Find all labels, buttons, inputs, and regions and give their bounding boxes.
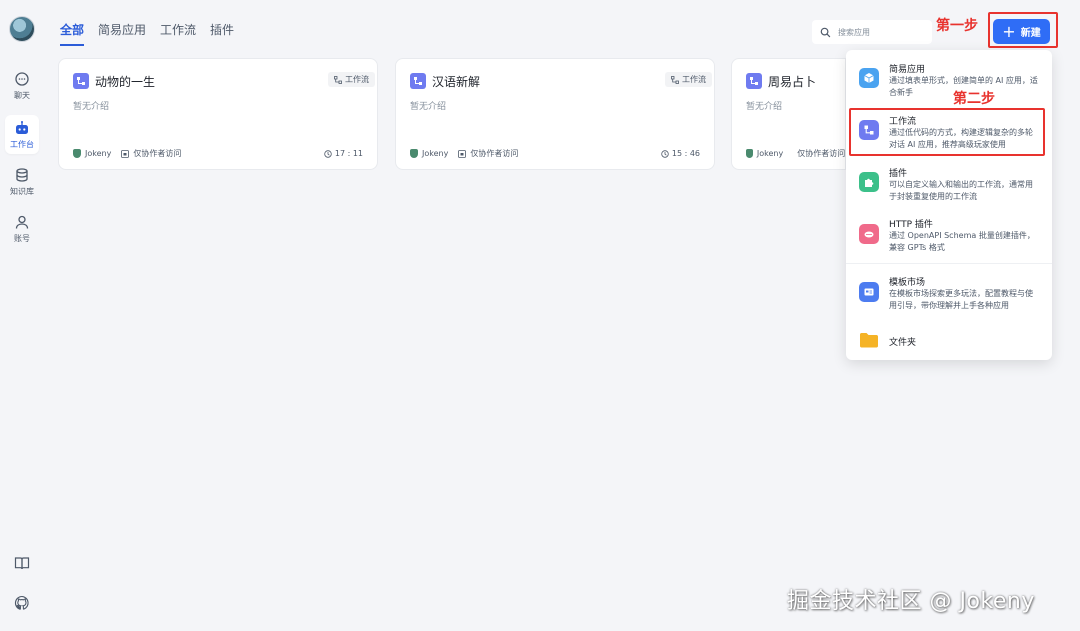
dropdown-divider (846, 263, 1052, 264)
avatar[interactable] (9, 16, 35, 42)
search-input[interactable] (838, 27, 928, 37)
cube-icon (859, 68, 879, 88)
app-card[interactable]: 周易占卜 暂无介绍 Jokeny 仅协作者访问 (731, 58, 846, 170)
card-description: 暂无介绍 (73, 102, 110, 112)
chat-icon (15, 72, 29, 86)
new-button[interactable]: + 新建 (993, 19, 1050, 44)
dropdown-item-title: HTTP 插件 (889, 220, 933, 230)
lock-icon (458, 149, 467, 158)
card-description: 暂无介绍 (746, 102, 783, 112)
card-time: 15 : 46 (661, 149, 700, 158)
database-icon (16, 168, 28, 182)
template-icon (859, 282, 879, 302)
book-icon (14, 557, 30, 570)
card-footer: Jokeny 仅协作者访问 17 : 11 (73, 148, 363, 159)
lock-icon (121, 149, 130, 158)
sidebar-item-account[interactable]: 账号 (5, 209, 39, 248)
watermark: 掘金技术社区 @ Jokeny (787, 589, 1035, 614)
card-permission: 仅协作者访问 (458, 148, 518, 159)
workflow-tag-icon (334, 75, 342, 84)
dropdown-item-http-plugin[interactable]: HTTP 插件 通过 OpenAPI Schema 批量创建插件，兼容 GPTs… (846, 216, 1052, 256)
search-icon (820, 27, 831, 37)
sidebar-item-label: 聊天 (14, 91, 30, 100)
dropdown-item-desc: 在模板市场探索更多玩法，配置教程与使用引导，带你理解并上手各种应用 (889, 289, 1033, 310)
sidebar-item-label: 知识库 (10, 187, 34, 196)
card-permission-label: 仅协作者访问 (133, 149, 182, 158)
dropdown-item-title: 模板市场 (889, 278, 926, 288)
plus-icon: + (1002, 21, 1016, 41)
dropdown-item-simple-app[interactable]: 简易应用 通过填表单形式，创建简单的 AI 应用，适合新手 (846, 60, 1052, 100)
app-type-tabs: 全部 简易应用 工作流 插件 (60, 21, 234, 46)
sidebar-item-label: 工作台 (10, 140, 34, 149)
tab-all[interactable]: 全部 (60, 21, 85, 46)
puzzle-icon (859, 172, 879, 192)
card-time-label: 17 : 11 (334, 149, 363, 158)
dropdown-item-desc: 通过 OpenAPI Schema 批量创建插件，兼容 GPTs 格式 (889, 231, 1035, 252)
card-title: 周易占卜 (768, 75, 817, 89)
card-owner: Jokeny (85, 149, 112, 158)
card-title: 动物的一生 (95, 75, 156, 89)
sidebar: 聊天 工作台 知识库 账号 (0, 0, 44, 631)
dropdown-item-plugin[interactable]: 插件 可以自定义输入和输出的工作流，通常用于封装重复使用的工作流 (846, 164, 1052, 204)
card-time: 17 : 11 (324, 149, 363, 158)
dropdown-item-template-market[interactable]: 模板市场 在模板市场探索更多玩法，配置教程与使用引导，带你理解并上手各种应用 (846, 274, 1052, 314)
card-permission-label: 仅协作者访问 (797, 149, 845, 158)
search-box (812, 20, 932, 44)
card-permission: 仅协作者访问 (793, 148, 845, 159)
workflow-icon (73, 73, 89, 89)
dropdown-item-title: 文件夹 (889, 338, 917, 348)
user-avatar-icon (746, 149, 753, 158)
workflow-tag-icon (671, 75, 679, 84)
user-icon (15, 215, 29, 229)
app-card[interactable]: 动物的一生 工作流 暂无介绍 Jokeny 仅协作者访问 17 : 11 (58, 58, 378, 170)
card-type-tag: 工作流 (665, 72, 712, 87)
user-avatar-icon (410, 149, 418, 158)
card-tag-label: 工作流 (345, 75, 369, 84)
card-title: 汉语新解 (432, 75, 481, 89)
dropdown-item-desc: 可以自定义输入和输出的工作流，通常用于封装重复使用的工作流 (889, 180, 1033, 201)
docs-link[interactable] (0, 555, 44, 571)
card-tag-label: 工作流 (682, 75, 706, 84)
step2-highlight-box (849, 108, 1045, 156)
sidebar-item-knowledge[interactable]: 知识库 (5, 162, 39, 201)
clock-icon (324, 149, 332, 158)
card-footer: Jokeny 仅协作者访问 15 : 46 (410, 148, 700, 159)
step2-annotation: 第二步 (953, 91, 995, 107)
robot-icon (16, 121, 28, 134)
new-app-dropdown: 简易应用 通过填表单形式，创建简单的 AI 应用，适合新手 工作流 通过低代码的… (846, 50, 1052, 360)
card-permission: 仅协作者访问 (121, 148, 181, 159)
step1-annotation: 第一步 (936, 18, 978, 34)
sidebar-item-workbench[interactable]: 工作台 (5, 115, 39, 154)
workflow-icon (746, 73, 762, 89)
dropdown-item-title: 简易应用 (889, 65, 926, 75)
card-time-label: 15 : 46 (671, 149, 700, 158)
card-owner: Jokeny (756, 149, 784, 158)
user-avatar-icon (73, 149, 81, 158)
github-icon (14, 595, 29, 610)
card-owner: Jokeny (422, 149, 449, 158)
sidebar-item-chat[interactable]: 聊天 (5, 66, 39, 105)
tab-plugin[interactable]: 插件 (210, 21, 234, 46)
sidebar-item-label: 账号 (14, 234, 30, 243)
folder-icon (860, 333, 878, 348)
http-icon (859, 224, 879, 244)
app-card[interactable]: 汉语新解 工作流 暂无介绍 Jokeny 仅协作者访问 15 : 46 (395, 58, 715, 170)
tab-simple-app[interactable]: 简易应用 (98, 21, 146, 46)
dropdown-item-title: 插件 (889, 169, 908, 179)
card-type-tag: 工作流 (328, 72, 375, 87)
card-description: 暂无介绍 (410, 102, 447, 112)
workflow-icon (410, 73, 426, 89)
dropdown-item-folder[interactable]: 文件夹 (846, 330, 1052, 354)
card-permission-label: 仅协作者访问 (470, 149, 519, 158)
github-link[interactable] (0, 595, 44, 611)
card-footer: Jokeny 仅协作者访问 (746, 148, 845, 159)
new-button-label: 新建 (1020, 28, 1041, 39)
tab-workflow[interactable]: 工作流 (160, 21, 196, 46)
clock-icon (661, 149, 669, 158)
